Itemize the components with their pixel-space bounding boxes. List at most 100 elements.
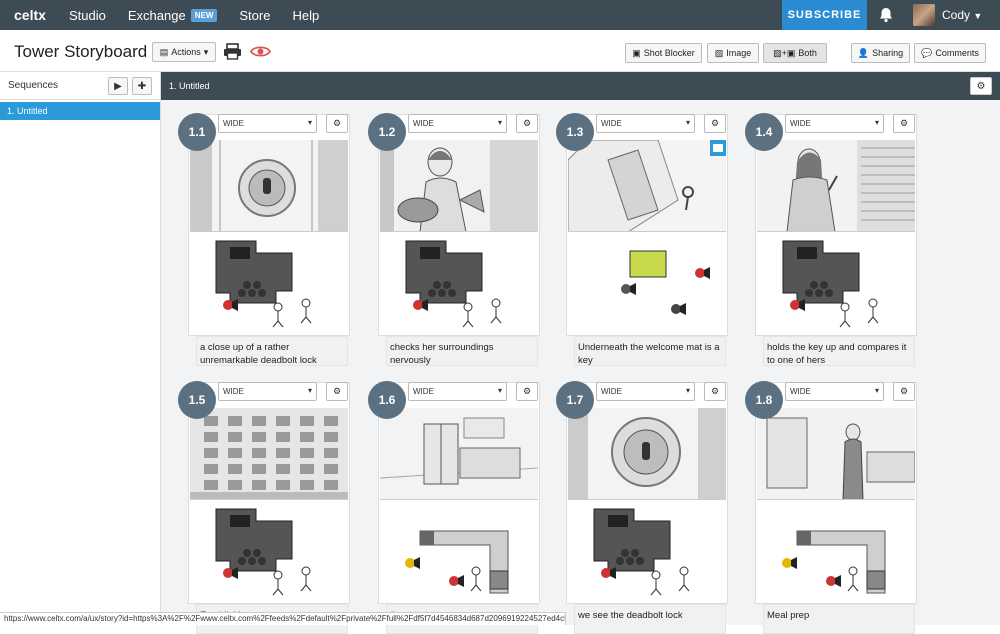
new-badge: NEW [190,8,218,22]
sequences-sidebar: Sequences ▶ ✚ 1. Untitled [0,72,161,625]
shot-blocker-label: Shot Blocker [643,48,695,58]
gear-icon: ⚙ [522,386,532,396]
comments-button[interactable]: 💬 Comments [914,43,986,63]
chevron-down-icon: ▼ [973,11,983,21]
shot-panel[interactable] [188,382,350,604]
shot-panel[interactable] [566,114,728,336]
shot-type-select[interactable]: WIDE [218,114,317,133]
shot-sketch-image[interactable] [190,140,348,232]
shot-number: 1.7 [556,381,594,419]
shot-settings-button[interactable]: ⚙ [893,382,915,401]
shot-blocker-button[interactable]: ▣ Shot Blocker [625,43,702,63]
shot-type-select[interactable]: WIDE [218,382,317,401]
user-menu[interactable]: Cody ▼ [942,8,982,22]
shot-caption[interactable]: we see the deadbolt lock [574,604,726,634]
nav-store[interactable]: Store [239,8,270,23]
shot-type-select[interactable]: WIDE [785,382,884,401]
shot-type-select[interactable]: WIDE [408,382,507,401]
sidebar-item-untitled[interactable]: 1. Untitled [0,102,160,120]
sequence-title-bar: 1. Untitled ⚙ [161,72,1000,100]
shot-blocker-diagram[interactable] [190,233,348,331]
subscribe-button[interactable]: SUBSCRIBE [782,0,867,30]
celtx-logo[interactable]: celtx [14,7,69,23]
nav-exchange[interactable]: Exchange NEW [128,8,218,23]
add-sequence-button[interactable]: ✚ [132,77,152,95]
gear-icon: ⚙ [710,386,720,396]
eye-icon[interactable] [250,44,271,59]
shot-number: 1.8 [745,381,783,419]
play-button[interactable]: ▶ [108,77,128,95]
shot-caption[interactable]: Meal prep [763,604,915,634]
shot-sketch-image[interactable] [380,408,538,500]
speech-bubble-icon: 💬 [921,47,933,58]
shot-panel[interactable] [755,382,917,604]
shot-caption[interactable]: a close up of a rather unremarkable dead… [196,336,348,366]
image-icon: ▨ [714,47,724,58]
shot-settings-button[interactable]: ⚙ [704,114,726,133]
shot-type-select[interactable]: WIDE [596,114,695,133]
user-icon: 👤 [857,47,870,58]
shot-panel[interactable] [188,114,350,336]
sharing-label: Sharing [872,48,904,58]
shot-sketch-image[interactable] [380,140,538,232]
shot-caption[interactable]: checks her surroundings nervously [386,336,538,366]
document-icon: ▤ [159,46,169,57]
print-icon[interactable] [223,43,242,60]
bell-icon[interactable] [878,7,894,23]
shot-settings-button[interactable]: ⚙ [516,382,538,401]
nav-studio[interactable]: Studio [69,8,106,23]
shot-blocker-diagram[interactable] [757,501,915,599]
image-view-button[interactable]: ▨ Image [707,43,759,63]
plus-icon: ✚ [137,80,147,92]
shot-settings-button[interactable]: ⚙ [893,114,915,133]
shot-blocker-diagram[interactable] [568,233,726,331]
shot-sketch-image[interactable] [568,408,726,500]
shot-sketch-image[interactable] [568,140,726,232]
shot-type-select[interactable]: WIDE [596,382,695,401]
both-label: Both [798,48,817,58]
gear-icon: ⚙ [976,80,986,92]
shot-blocker-diagram[interactable] [568,501,726,599]
shot-blocker-diagram[interactable] [380,501,538,599]
sequence-title: 1. Untitled [169,81,210,91]
both-view-button[interactable]: ▨+▣ Both [763,43,827,63]
nav-exchange-label: Exchange [127,7,186,23]
shot-blocker-diagram[interactable] [757,233,915,331]
shot-number: 1.4 [745,113,783,151]
chevron-down-icon: ▾ [203,46,209,57]
gear-icon: ⚙ [522,118,532,128]
shot-sketch-image[interactable] [757,140,915,232]
shot-settings-button[interactable]: ⚙ [704,382,726,401]
gear-icon: ⚙ [899,386,909,396]
sequence-settings-button[interactable]: ⚙ [970,77,992,95]
actions-label: Actions [171,47,201,57]
image-label: Image [726,48,752,58]
shot-blocker-diagram[interactable] [380,233,538,331]
shot-settings-button[interactable]: ⚙ [326,114,348,133]
shot-panel[interactable] [755,114,917,336]
status-bar-url: https://www.celtx.com/a/ux/story?id=http… [0,612,566,625]
sharing-button[interactable]: 👤 Sharing [851,43,910,63]
page-header: Tower Storyboard ▤ Actions ▾ ▣ Shot Blocker… [0,30,1000,72]
actions-dropdown[interactable]: ▤ Actions ▾ [152,42,216,62]
nav-help[interactable]: Help [292,8,319,23]
shot-panel[interactable] [378,382,540,604]
shot-panel[interactable] [566,382,728,604]
shot-blocker-diagram[interactable] [190,501,348,599]
sequences-header: Sequences ▶ ✚ [0,72,160,100]
shot-caption[interactable]: holds the key up and compares it to one … [763,336,915,366]
sequences-title: Sequences [8,80,59,91]
gear-icon: ⚙ [899,118,909,128]
shot-settings-button[interactable]: ⚙ [326,382,348,401]
shot-sketch-image[interactable] [190,408,348,500]
gear-icon: ⚙ [710,118,720,128]
gear-icon: ⚙ [332,118,342,128]
shot-panel[interactable] [378,114,540,336]
shot-sketch-image[interactable] [757,408,915,500]
image-plus-blocker-icon: ▨+▣ [773,47,796,58]
shot-caption[interactable]: Underneath the welcome mat is a key [574,336,726,366]
avatar[interactable] [913,4,935,26]
shot-settings-button[interactable]: ⚙ [516,114,538,133]
shot-type-select[interactable]: WIDE [785,114,884,133]
shot-type-select[interactable]: WIDE [408,114,507,133]
